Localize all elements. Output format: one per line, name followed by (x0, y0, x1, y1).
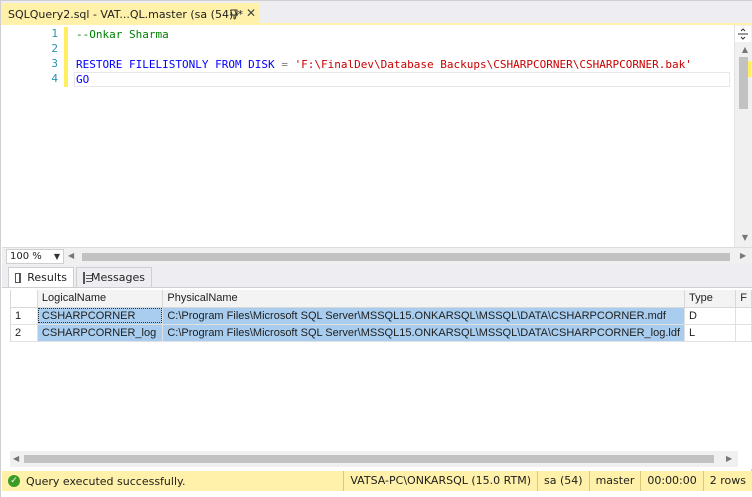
tab-messages-label: Messages (91, 271, 145, 284)
row-number[interactable]: 1 (10, 307, 38, 325)
document-tab-title: SQLQuery2.sql - VAT...QL.master (sa (54)… (8, 7, 244, 21)
tab-messages[interactable]: Messages (76, 267, 152, 287)
sql-operator: = (281, 58, 288, 71)
scroll-down-icon[interactable]: ▼ (742, 233, 748, 242)
table-cell[interactable]: L (684, 324, 737, 342)
row-number[interactable]: 2 (10, 324, 38, 342)
success-check-icon: ✓ (8, 475, 20, 487)
code-line-4: GO (76, 72, 89, 87)
results-horizontal-scrollbar[interactable]: ◀ ▶ (10, 451, 738, 467)
line-number: 4 (51, 72, 58, 85)
results-grid[interactable]: LogicalName PhysicalName Type F 1 CSHARP… (2, 287, 752, 469)
status-bar: ✓ Query executed successfully. VATSA-PC\… (2, 471, 752, 491)
grid-icon (15, 272, 22, 283)
scroll-thumb[interactable] (739, 57, 748, 109)
change-marker (748, 61, 751, 77)
code-line-3: RESTORE FILELISTONLY FROM DISK = 'F:\Fin… (76, 57, 692, 72)
tab-results[interactable]: Results (8, 267, 74, 287)
status-server: VATSA-PC\ONKARSQL (15.0 RTM) (343, 471, 537, 491)
chevron-down-icon: ▼ (53, 252, 60, 261)
row-number-header (10, 290, 38, 308)
tab-results-label: Results (27, 271, 67, 284)
results-tab-strip: Results Messages (2, 265, 752, 287)
status-database: master (588, 471, 641, 491)
table-row[interactable]: 1 CSHARPCORNER C:\Program Files\Microsof… (10, 307, 752, 325)
zoom-value: 100 % (10, 251, 42, 262)
scroll-right-icon[interactable]: ▶ (726, 454, 732, 463)
scroll-thumb[interactable] (24, 455, 714, 463)
sql-editor[interactable]: 1 2 3 4 --Onkar Sharma RESTORE FILELISTO… (2, 25, 752, 247)
editor-horizontal-scroll-thumb[interactable] (82, 253, 730, 261)
scroll-left-icon[interactable]: ◀ (68, 251, 74, 260)
table-header-row: LogicalName PhysicalName Type F (10, 290, 752, 308)
zoom-select[interactable]: 100 % ▼ (6, 249, 64, 264)
sql-comment: --Onkar Sharma (76, 28, 169, 41)
status-user: sa (54) (537, 471, 589, 491)
table-cell[interactable]: CSHARPCORNER (37, 307, 164, 325)
table-cell[interactable]: D (684, 307, 737, 325)
current-line-highlight (74, 72, 730, 87)
column-header[interactable]: F (735, 290, 752, 308)
status-elapsed: 00:00:00 (640, 471, 702, 491)
change-tracking-bar (64, 27, 68, 87)
status-message: Query executed successfully. (26, 474, 186, 488)
document-tab-strip: SQLQuery2.sql - VAT...QL.master (sa (54)… (1, 1, 752, 25)
sql-keyword: GO (76, 73, 90, 86)
line-number: 3 (51, 57, 58, 70)
table-cell[interactable] (735, 307, 752, 325)
sql-string: 'F:\FinalDev\Database Backups\CSHARPCORN… (294, 58, 692, 71)
table-row[interactable]: 2 CSHARPCORNER_log C:\Program Files\Micr… (10, 324, 752, 342)
document-tab[interactable]: SQLQuery2.sql - VAT...QL.master (sa (54)… (2, 3, 259, 25)
query-window: SQLQuery2.sql - VAT...QL.master (sa (54)… (0, 0, 752, 497)
split-editor-icon[interactable] (735, 26, 751, 42)
column-header[interactable]: Type (684, 290, 737, 308)
table-cell[interactable]: C:\Program Files\Microsoft SQL Server\MS… (162, 307, 686, 325)
line-number: 1 (51, 27, 58, 40)
scroll-right-icon[interactable]: ▶ (740, 251, 746, 260)
scroll-up-icon[interactable]: ▲ (742, 45, 748, 54)
column-header[interactable]: LogicalName (37, 290, 164, 308)
table-cell[interactable] (735, 324, 752, 342)
table-cell[interactable]: CSHARPCORNER_log (37, 324, 164, 342)
messages-icon (83, 271, 93, 284)
results-table: LogicalName PhysicalName Type F 1 CSHARP… (10, 290, 752, 342)
code-line-1: --Onkar Sharma (76, 27, 169, 42)
table-cell[interactable]: C:\Program Files\Microsoft SQL Server\MS… (162, 324, 686, 342)
column-header[interactable]: PhysicalName (162, 290, 686, 308)
editor-vertical-scrollbar[interactable]: ▲ ▼ (734, 25, 752, 247)
window-bottom-edge (1, 491, 752, 497)
scroll-left-icon[interactable]: ◀ (13, 454, 19, 463)
line-number: 2 (51, 42, 58, 55)
zoom-bar: 100 % ▼ ◀ ▶ (2, 247, 752, 265)
status-rows: 2 rows (702, 471, 752, 491)
pin-icon[interactable] (228, 8, 240, 20)
close-icon[interactable]: ✕ (246, 7, 256, 19)
sql-keyword: RESTORE FILELISTONLY FROM DISK (76, 58, 275, 71)
